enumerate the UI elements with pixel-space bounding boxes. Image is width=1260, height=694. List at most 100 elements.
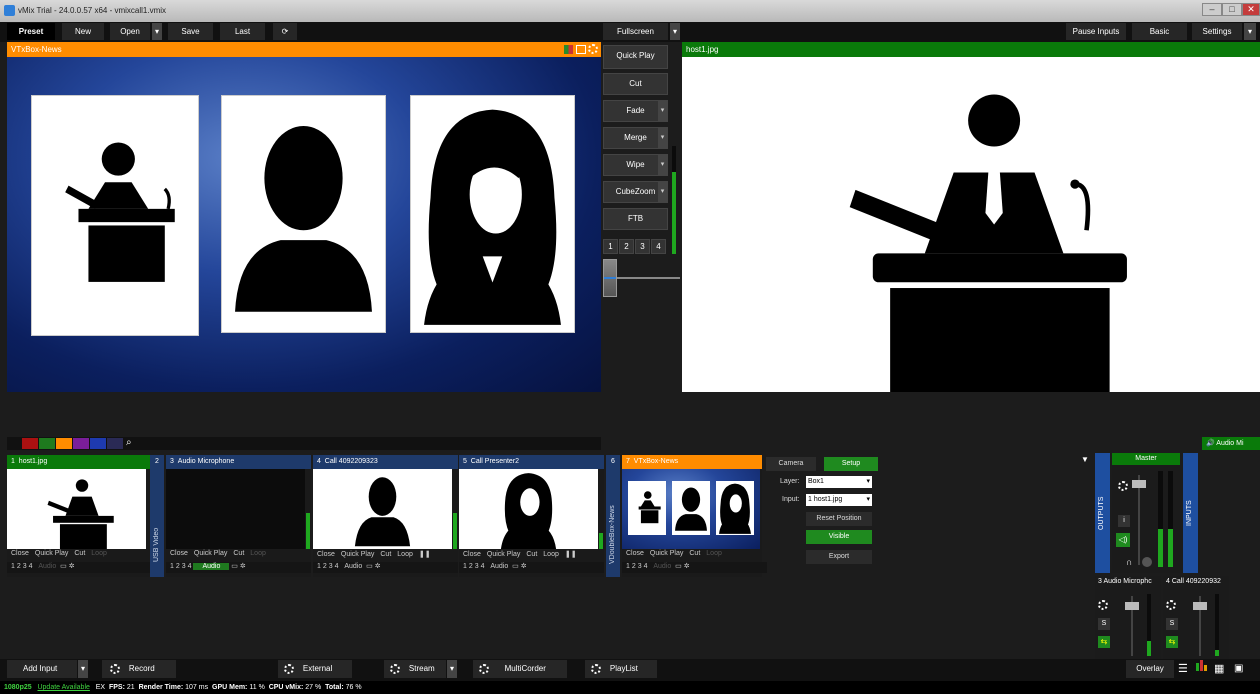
audio-button[interactable]: Audio — [653, 563, 671, 570]
gear-icon[interactable] — [1166, 600, 1176, 610]
cubezoom-dropdown-icon[interactable]: ▾ — [658, 182, 667, 202]
red-swatch[interactable] — [22, 438, 38, 449]
pause-inputs-button[interactable]: Pause Inputs — [1066, 23, 1126, 40]
overlay-2-button[interactable]: 2 — [632, 563, 636, 570]
gear-icon[interactable] — [479, 663, 489, 674]
close-button[interactable]: Close — [626, 550, 644, 557]
cubezoom-button[interactable]: CubeZoom ▾ — [603, 181, 668, 203]
merge-dropdown-icon[interactable]: ▾ — [658, 128, 667, 148]
route-icon[interactable]: ⇆ — [1098, 636, 1110, 648]
settings-dropdown-icon[interactable]: ▾ — [1244, 23, 1256, 40]
overlay-2-button[interactable]: 2 — [17, 563, 21, 570]
cut-button[interactable]: Cut — [526, 551, 537, 558]
master-fader-handle[interactable] — [1132, 480, 1146, 488]
overlay-4-button[interactable]: 4 — [29, 563, 33, 570]
fade-dropdown-icon[interactable]: ▾ — [658, 101, 667, 121]
add-input-button[interactable]: Add Input — [7, 660, 77, 678]
monitor-icon[interactable]: ▭ — [231, 563, 238, 570]
cut-button[interactable]: Cut — [603, 73, 668, 95]
gear-icon[interactable] — [1098, 600, 1108, 610]
gear-icon[interactable] — [284, 663, 294, 674]
overlay-1-button[interactable]: 1 — [11, 563, 15, 570]
color-icon[interactable] — [564, 45, 573, 54]
overlay-3-button[interactable]: 3 — [23, 563, 27, 570]
gear-icon[interactable] — [390, 663, 400, 674]
quick-play-button[interactable]: Quick Play — [650, 550, 683, 557]
maximize-button[interactable]: □ — [1222, 3, 1242, 16]
grid-view-icon[interactable]: ▦ — [1214, 660, 1228, 678]
solo-button[interactable]: S — [1098, 618, 1110, 630]
quick-play-button[interactable]: Quick Play — [35, 550, 68, 557]
multiview-icon[interactable]: ▣ — [1234, 660, 1248, 678]
gear-icon[interactable] — [110, 663, 120, 674]
overlay-3-button[interactable]: 3 — [329, 563, 333, 570]
monitor-icon[interactable]: ▭ — [675, 563, 682, 570]
monitor-icon[interactable]: ▭ — [60, 563, 67, 570]
minimize-button[interactable]: – — [1202, 3, 1222, 16]
export-button[interactable]: Export — [806, 550, 872, 564]
preview-canvas[interactable] — [7, 57, 601, 392]
refresh-icon[interactable]: ⟳ — [273, 23, 297, 40]
overlay-4-button[interactable]: 4 — [188, 563, 192, 570]
pin-icon[interactable]: ▼ — [1081, 455, 1089, 465]
settings-button[interactable]: Settings — [1192, 23, 1242, 40]
stream-button[interactable]: Stream — [384, 660, 446, 678]
cut-button[interactable]: Cut — [74, 550, 85, 557]
route-icon[interactable]: ⇆ — [1166, 636, 1178, 648]
setup-button[interactable]: Setup — [824, 457, 878, 471]
gear-icon[interactable]: ✲ — [684, 563, 690, 570]
audio-button[interactable]: Audio — [490, 563, 508, 570]
loop-button[interactable]: Loop — [91, 550, 107, 557]
overlay-4-button[interactable]: 4 — [481, 563, 485, 570]
open-dropdown-icon[interactable]: ▾ — [152, 23, 162, 40]
open-button[interactable]: Open — [110, 23, 150, 40]
close-window-button[interactable]: ✕ — [1242, 3, 1260, 16]
overlay-3-button[interactable]: 3 — [182, 563, 186, 570]
navy-swatch[interactable] — [107, 438, 123, 449]
overlay-1-button[interactable]: 1 — [317, 563, 321, 570]
playlist-button[interactable]: PlayList — [585, 660, 657, 678]
input-4-thumbnail[interactable] — [313, 469, 452, 549]
fullscreen-dropdown-icon[interactable]: ▾ — [670, 23, 680, 40]
transition-4-button[interactable]: 4 — [651, 239, 666, 254]
quick-play-button[interactable]: Quick Play — [603, 45, 668, 69]
overlay-3-button[interactable]: 3 — [475, 563, 479, 570]
blue-swatch[interactable] — [90, 438, 106, 449]
preset-button[interactable]: Preset — [7, 23, 55, 40]
search-icon[interactable]: ⌕ — [126, 437, 138, 449]
last-button[interactable]: Last — [220, 23, 265, 40]
pause-icon[interactable]: ❚❚ — [565, 551, 577, 558]
layer-select[interactable]: Box1 ▾ — [806, 476, 872, 488]
reset-position-button[interactable]: Reset Position — [806, 512, 872, 526]
info-button[interactable]: i — [1118, 515, 1130, 527]
knob-icon[interactable] — [1142, 557, 1152, 567]
gear-icon[interactable] — [1118, 481, 1128, 491]
close-button[interactable]: Close — [170, 550, 188, 557]
headphones-icon[interactable]: ∩ — [1126, 557, 1132, 567]
overlay-2-button[interactable]: 2 — [176, 563, 180, 570]
orange-swatch[interactable] — [56, 438, 72, 449]
input-tile-1[interactable]: 1 host1.jpg Close Quick Play Cut Loop 1 2 3… — [7, 455, 152, 577]
external-button[interactable]: External — [278, 660, 352, 678]
input-tile-4[interactable]: 4 Call 4092209323 Close Quick Play Cut Loop… — [313, 455, 458, 577]
input-3-thumbnail[interactable] — [166, 469, 305, 549]
add-input-dropdown-icon[interactable]: ▾ — [78, 660, 88, 678]
overlay-4-button[interactable]: 4 — [644, 563, 648, 570]
overlay-4-button[interactable]: 4 — [335, 563, 339, 570]
gear-icon[interactable]: ✲ — [240, 563, 246, 570]
audio-button[interactable]: Audio — [38, 563, 56, 570]
transition-2-button[interactable]: 2 — [619, 239, 634, 254]
save-button[interactable]: Save — [168, 23, 213, 40]
pause-icon[interactable]: ❚❚ — [419, 551, 431, 558]
input-tile-2[interactable]: 2 USB Video — [150, 455, 164, 577]
gear-icon[interactable] — [588, 44, 598, 54]
new-button[interactable]: New — [62, 23, 104, 40]
cut-button[interactable]: Cut — [380, 551, 391, 558]
transition-1-button[interactable]: 1 — [603, 239, 618, 254]
window-icon[interactable] — [576, 45, 586, 54]
fullscreen-button[interactable]: Fullscreen — [603, 23, 668, 40]
monitor-icon[interactable]: ▭ — [366, 563, 373, 570]
solo-button[interactable]: S — [1166, 618, 1178, 630]
input-select[interactable]: 1 host1.jpg ▾ — [806, 494, 872, 506]
t-bar-handle[interactable] — [603, 259, 617, 297]
